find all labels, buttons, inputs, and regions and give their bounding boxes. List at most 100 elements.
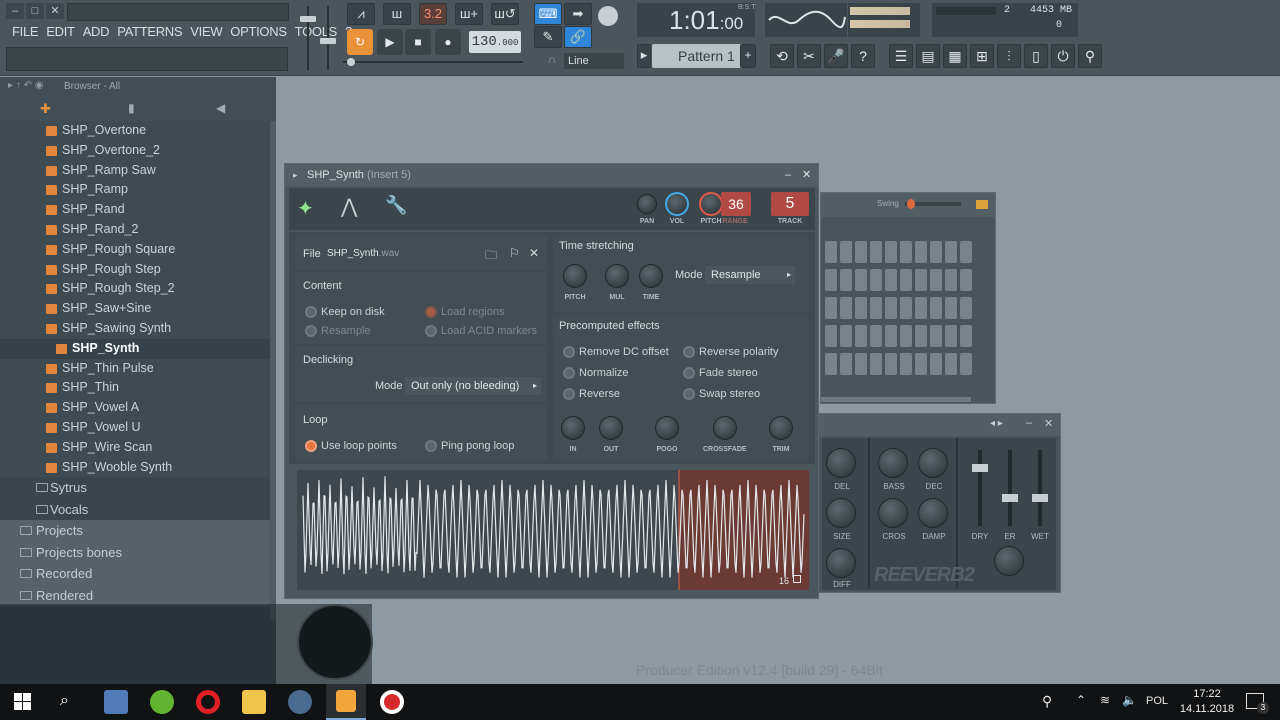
typing-keyboard-icon[interactable]: ⌨ bbox=[534, 3, 562, 25]
dec-knob[interactable] bbox=[918, 448, 948, 478]
playlist-icon[interactable]: ☰ bbox=[889, 44, 913, 68]
maximize-button[interactable]: □ bbox=[26, 3, 44, 19]
brush-icon[interactable]: ✎ bbox=[534, 26, 562, 48]
search-icon[interactable]: ⌕ bbox=[60, 692, 69, 710]
ts-time-knob[interactable] bbox=[639, 264, 663, 288]
plugin-close-icon[interactable]: ✕ bbox=[802, 164, 811, 186]
ts-mode-select[interactable]: Resample ▸ bbox=[705, 266, 795, 284]
browser-nav-icons[interactable]: ▸ ↑ ↶ ◉ bbox=[8, 80, 43, 91]
minimize-button[interactable]: – bbox=[6, 3, 24, 19]
pitch-knob[interactable] bbox=[699, 192, 723, 216]
step-pad[interactable] bbox=[840, 353, 852, 375]
piano-roll-icon[interactable]: ▤ bbox=[916, 44, 940, 68]
browser-tree-icon[interactable]: ⊞ bbox=[970, 44, 994, 68]
flstudio-taskbar-item[interactable] bbox=[326, 684, 366, 720]
blend-notes-icon[interactable]: ш+ bbox=[455, 3, 483, 25]
plugin-minimize-icon[interactable]: – bbox=[785, 164, 791, 186]
master-pitch-slider[interactable] bbox=[318, 4, 338, 72]
ping-pong-option[interactable]: Ping pong loop bbox=[423, 439, 514, 453]
step-pad[interactable] bbox=[915, 325, 927, 347]
use-loop-points-option[interactable]: Use loop points bbox=[303, 439, 397, 453]
crossfade-knob[interactable] bbox=[713, 416, 737, 440]
wet-fader[interactable] bbox=[1038, 450, 1042, 526]
pan-knob[interactable] bbox=[637, 194, 657, 214]
cut-icon[interactable]: ✂ bbox=[797, 44, 821, 68]
countdown-icon[interactable] bbox=[596, 6, 620, 36]
media-player-icon[interactable] bbox=[104, 690, 128, 714]
undo-icon[interactable]: ⟲ bbox=[770, 44, 794, 68]
step-pad[interactable] bbox=[870, 297, 882, 319]
master-volume-slider[interactable] bbox=[298, 4, 318, 72]
step-pad[interactable] bbox=[870, 353, 882, 375]
browser-item[interactable]: SHP_Vowel A bbox=[0, 398, 270, 418]
track-value[interactable]: 5 bbox=[771, 192, 809, 216]
step-pad[interactable] bbox=[960, 325, 972, 347]
keep-on-disk-option[interactable]: Keep on disk bbox=[303, 305, 385, 319]
browser-item[interactable]: SHP_Saw+Sine bbox=[0, 299, 270, 319]
misc-tab-icon[interactable]: 🔧 bbox=[385, 195, 407, 216]
browser-speaker-icon[interactable]: ◀ bbox=[216, 101, 225, 115]
step-pad[interactable] bbox=[825, 269, 837, 291]
wizard-icon[interactable]: ⚲ bbox=[1078, 44, 1102, 68]
ts-pitch-knob[interactable] bbox=[563, 264, 587, 288]
step-pad[interactable] bbox=[855, 269, 867, 291]
browser-file-icon[interactable]: ▮ bbox=[128, 101, 135, 115]
pattern-song-toggle[interactable]: ↻ bbox=[347, 29, 373, 55]
loop-record-icon[interactable]: ш↺ bbox=[491, 3, 519, 25]
in-knob[interactable] bbox=[561, 416, 585, 440]
declick-mode-select[interactable]: Out only (no bleeding) ▸ bbox=[405, 377, 541, 395]
step-pad[interactable] bbox=[930, 325, 942, 347]
pogo-knob[interactable] bbox=[655, 416, 679, 440]
mic-icon[interactable]: 🎤 bbox=[824, 44, 848, 68]
envelope-tab-icon[interactable]: ⋀ bbox=[341, 194, 357, 219]
swing-knob[interactable] bbox=[907, 199, 915, 209]
menu-add[interactable]: ADD bbox=[79, 23, 114, 41]
wait-input-icon[interactable]: ш bbox=[383, 3, 411, 25]
step-pad[interactable] bbox=[945, 325, 957, 347]
browser-subfolder[interactable]: Sytrus bbox=[0, 477, 270, 499]
step-pad[interactable] bbox=[855, 241, 867, 263]
tray-expand-icon[interactable]: ⌃ bbox=[1076, 693, 1086, 707]
metronome-icon[interactable]: ⩘ bbox=[347, 3, 375, 25]
width-knob[interactable] bbox=[994, 546, 1024, 576]
dry-fader[interactable] bbox=[978, 450, 982, 526]
browser-item[interactable]: SHP_Thin bbox=[0, 378, 270, 398]
explorer-icon[interactable] bbox=[242, 690, 266, 714]
notifications-icon[interactable]: 3 bbox=[1246, 693, 1269, 714]
step-pad[interactable] bbox=[930, 297, 942, 319]
browser-item[interactable]: SHP_Rough Step bbox=[0, 260, 270, 280]
step-pad[interactable] bbox=[855, 325, 867, 347]
step-pad[interactable] bbox=[870, 325, 882, 347]
load-acid-option[interactable]: Load ACID markers bbox=[423, 324, 537, 338]
cros-knob[interactable] bbox=[878, 498, 908, 528]
file-icon[interactable]: ▯ bbox=[1024, 44, 1048, 68]
browser-item[interactable]: SHP_Sawing Synth bbox=[0, 319, 270, 339]
steam-icon[interactable] bbox=[288, 690, 312, 714]
swap-stereo-option[interactable]: Swap stereo bbox=[681, 387, 760, 401]
step-edit-icon[interactable]: ➡ bbox=[564, 3, 592, 25]
browser-item[interactable]: SHP_Vowel U bbox=[0, 418, 270, 438]
people-icon[interactable]: ⚲ bbox=[1042, 693, 1052, 710]
out-knob[interactable] bbox=[599, 416, 623, 440]
volume-icon[interactable]: 🔈 bbox=[1122, 693, 1137, 707]
browser-item[interactable]: SHP_Thin Pulse bbox=[0, 359, 270, 379]
step-pad[interactable] bbox=[930, 353, 942, 375]
plugin-icon[interactable]: ⏻ bbox=[1051, 44, 1075, 68]
taskbar-clock[interactable]: 17:22 14.11.2018 bbox=[1176, 687, 1238, 717]
reverb-nav-arrows[interactable]: ◂ ▸ bbox=[990, 418, 1003, 429]
step-pad[interactable] bbox=[825, 353, 837, 375]
step-pad[interactable] bbox=[900, 297, 912, 319]
start-icon[interactable] bbox=[14, 693, 32, 711]
er-fader[interactable] bbox=[1008, 450, 1012, 526]
step-pad[interactable] bbox=[900, 353, 912, 375]
load-regions-option[interactable]: Load regions bbox=[423, 305, 505, 319]
step-pad[interactable] bbox=[945, 269, 957, 291]
close-button[interactable]: ✕ bbox=[46, 3, 64, 19]
reverse-polarity-option[interactable]: Reverse polarity bbox=[681, 345, 778, 359]
menu-view[interactable]: VIEW bbox=[186, 23, 226, 41]
step-pad[interactable] bbox=[840, 241, 852, 263]
tempo-display[interactable]: 130.000 bbox=[469, 31, 521, 53]
step-pad[interactable] bbox=[885, 297, 897, 319]
ts-mul-knob[interactable] bbox=[605, 264, 629, 288]
del-knob[interactable] bbox=[826, 448, 856, 478]
